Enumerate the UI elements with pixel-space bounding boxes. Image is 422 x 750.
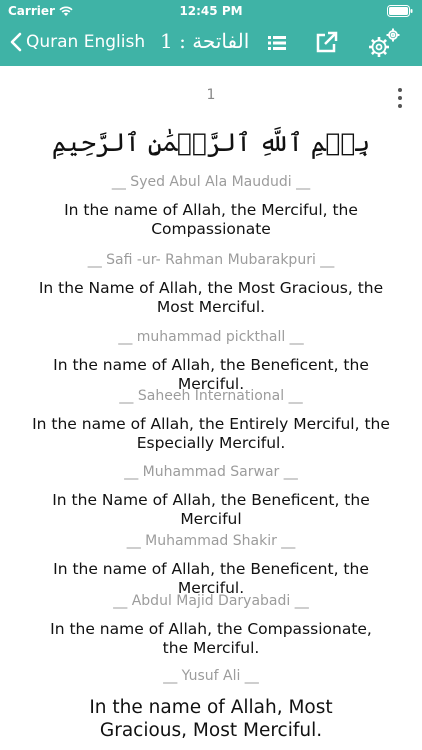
arabic-verse: بِسۡمِ ٱللَّهِ ٱلرَّحۡمَٰنِ ٱلرَّحِيمِ: [51, 128, 371, 157]
settings-icon: [369, 28, 400, 57]
dot: [398, 96, 402, 100]
translation-block: __ Safi -ur- Rahman Mubarakpuri __ In th…: [0, 252, 422, 317]
translation-text: In the name of Allah, the Entirely Merci…: [32, 415, 390, 452]
translation-block: __ Saheeh International __ In the name o…: [0, 388, 422, 453]
translation-block: __ muhammad pickthall __ In the name of …: [0, 329, 422, 394]
translator-name: __ Abdul Majid Daryabadi __: [113, 593, 309, 609]
translator-name: __ Yusuf Ali __: [163, 668, 259, 684]
translator-name: __ Muhammad Sarwar __: [124, 464, 298, 480]
translator-name: __ Saheeh International __: [119, 388, 303, 404]
page-title: الفاتحة : 1: [160, 29, 250, 53]
translation-text: In the Name of Allah, the Beneficent, th…: [52, 491, 370, 528]
translation-block: __ Abdul Majid Daryabadi __ In the name …: [0, 593, 422, 658]
ayah-number: 1: [206, 87, 216, 103]
translator-name: __ muhammad pickthall __: [118, 329, 304, 345]
translation-block: __ Muhammad Shakir __ In the name of All…: [0, 533, 422, 598]
dot: [398, 104, 402, 108]
translator-name: __ Muhammad Shakir __: [126, 533, 296, 549]
translation-text: In the Name of Allah, the Most Gracious,…: [38, 279, 384, 316]
list-icon: [268, 36, 286, 50]
translation-text: In the name of Allah, Most Gracious, Mos…: [89, 697, 333, 741]
translator-name: __ Syed Abul Ala Maududi __: [111, 174, 311, 190]
navigation-bar: Quran English الفاتحة : 1: [0, 22, 422, 66]
translation-text: In the name of Allah, the Merciful, the …: [64, 201, 358, 238]
translation-block: __ Syed Abul Ala Maududi __ In the name …: [0, 174, 422, 239]
translation-block: __ Yusuf Ali __ In the name of Allah, Mo…: [0, 668, 422, 742]
dot: [398, 88, 402, 92]
battery-icon: [387, 5, 413, 20]
status-bar: Carrier 12:45 PM: [0, 0, 422, 22]
more-options-button[interactable]: [398, 88, 402, 112]
back-button[interactable]: Quran English: [10, 32, 145, 52]
clock: 12:45 PM: [179, 4, 243, 18]
share-icon: [316, 31, 338, 53]
chevron-left-icon: [10, 32, 22, 52]
share-button[interactable]: [316, 31, 338, 57]
translation-text: In the name of Allah, the Compassionate,…: [50, 620, 372, 657]
settings-button[interactable]: [366, 26, 402, 64]
translator-name: __ Safi -ur- Rahman Mubarakpuri __: [87, 252, 335, 268]
ayah-content: 1 بِسۡمِ ٱللَّهِ ٱلرَّحۡمَٰنِ ٱلرَّحِيمِ…: [0, 66, 422, 750]
translation-block: __ Muhammad Sarwar __ In the Name of All…: [0, 464, 422, 529]
back-label: Quran English: [26, 32, 146, 52]
list-button[interactable]: [268, 35, 286, 55]
